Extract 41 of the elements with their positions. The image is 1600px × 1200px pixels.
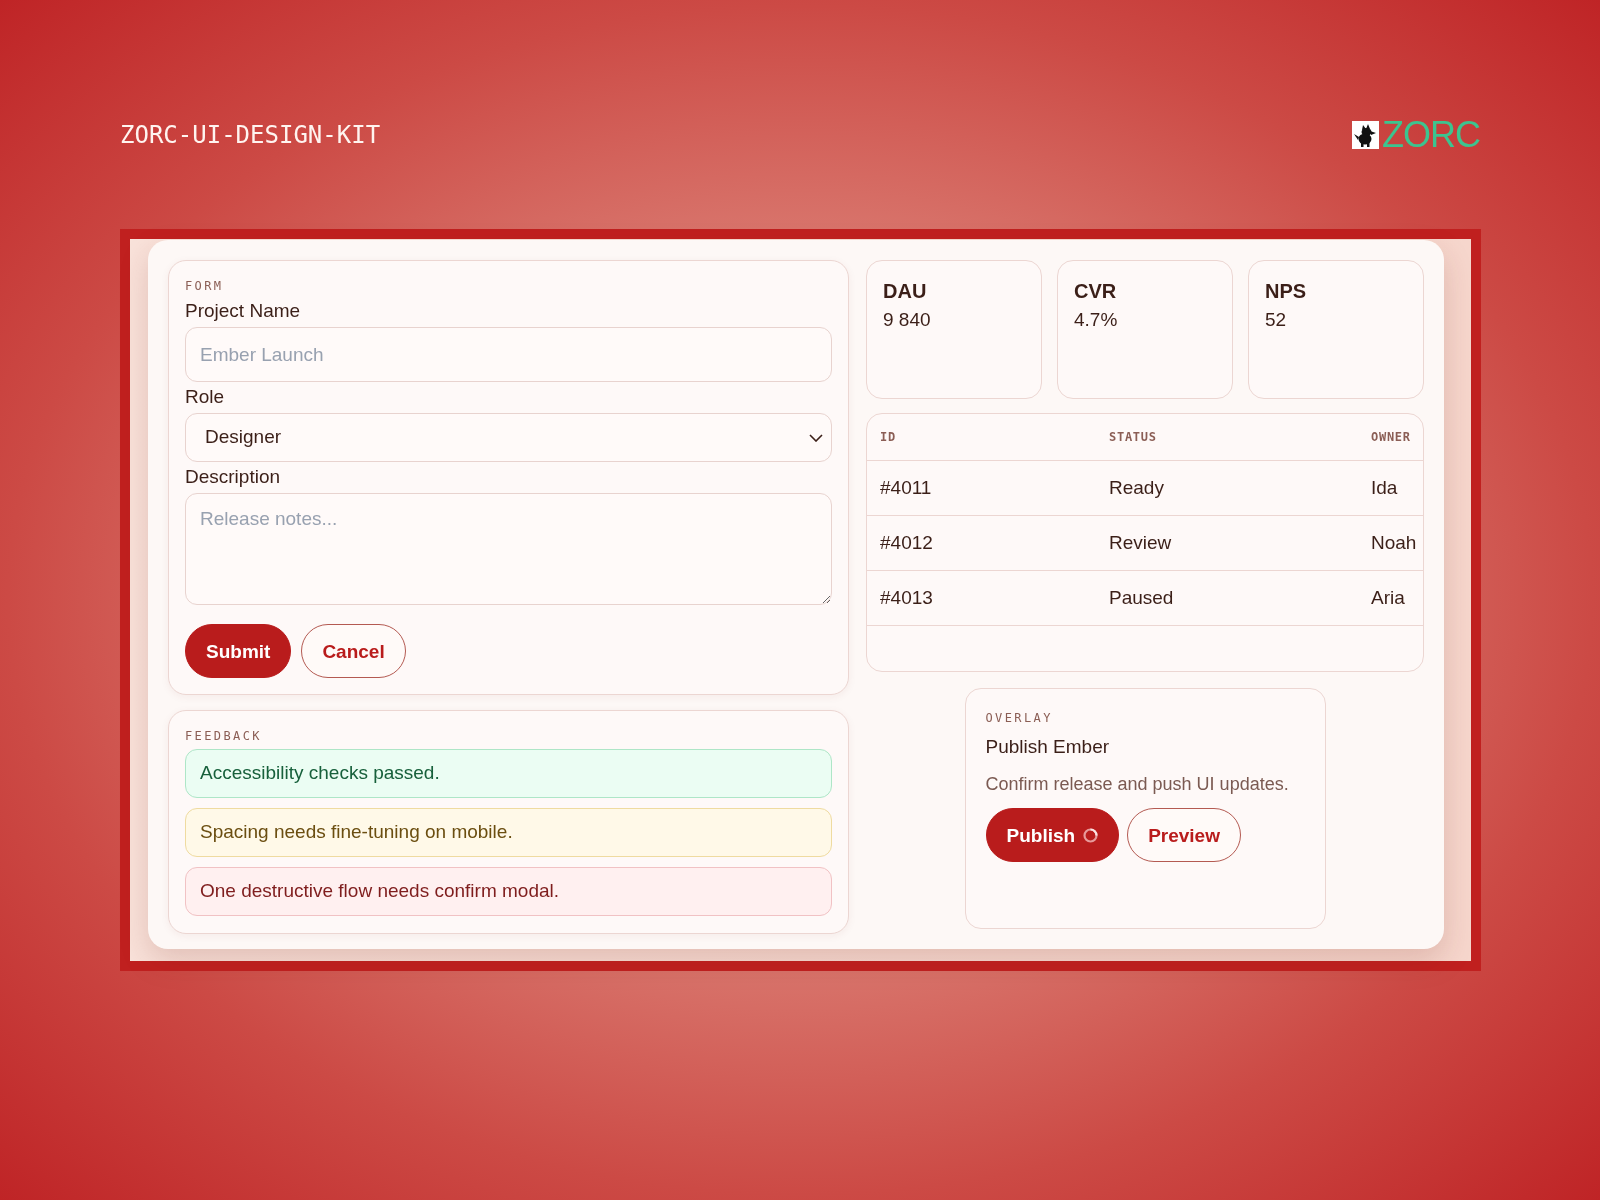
warning-alert: Spacing needs fine-tuning on mobile. bbox=[185, 808, 832, 857]
table-cell-text: #4011 bbox=[880, 475, 933, 500]
metric-label: CVR bbox=[1074, 279, 1118, 303]
filled-button[interactable]: Publish bbox=[985, 808, 1120, 862]
table-cell-text: #4012 bbox=[880, 530, 934, 555]
spinner-icon bbox=[1083, 827, 1099, 843]
column-header: OWNER bbox=[1371, 429, 1412, 446]
brand-name: ZORC bbox=[1382, 117, 1480, 153]
field-label: Project Name bbox=[185, 300, 302, 322]
table-cell-text: Ida bbox=[1371, 475, 1399, 500]
table-cell-text: Noah bbox=[1371, 530, 1418, 555]
column-header: ID bbox=[880, 429, 897, 446]
textarea-field[interactable]: Release notes... bbox=[185, 493, 832, 605]
metric-value: 4.7% bbox=[1074, 308, 1119, 332]
table-cell-text: Ready bbox=[1109, 475, 1165, 500]
field-label: Description bbox=[185, 466, 282, 488]
overlay-description: Confirm release and push UI updates. bbox=[985, 773, 1290, 796]
metric-label: NPS bbox=[1265, 279, 1308, 303]
outline-button[interactable]: Cancel bbox=[301, 624, 406, 678]
section-label: FEEDBACK bbox=[185, 728, 263, 745]
outline-button[interactable]: Preview bbox=[1127, 808, 1241, 862]
overlay-title: Publish Ember bbox=[985, 736, 1111, 758]
table-cell-text: Aria bbox=[1371, 585, 1406, 610]
chevron-down-icon bbox=[809, 433, 823, 442]
table-cell-text: Review bbox=[1109, 530, 1173, 555]
metric-value: 52 bbox=[1265, 308, 1288, 332]
error-alert: One destructive flow needs confirm modal. bbox=[185, 867, 832, 916]
success-alert: Accessibility checks passed. bbox=[185, 749, 832, 798]
select-field[interactable]: Designer bbox=[185, 413, 832, 462]
column-header: STATUS bbox=[1109, 429, 1158, 446]
field-label: Role bbox=[185, 386, 226, 408]
metric-value: 9 840 bbox=[883, 308, 932, 332]
text-input[interactable]: Ember Launch bbox=[185, 327, 832, 382]
filled-button[interactable]: Submit bbox=[185, 624, 292, 678]
page-title: ZORC-UI-DESIGN-KIT bbox=[120, 123, 381, 147]
section-label: OVERLAY bbox=[985, 710, 1054, 727]
section-label: FORM bbox=[185, 278, 225, 295]
table-cell-text: Paused bbox=[1109, 585, 1175, 610]
animal-logo-icon bbox=[1352, 121, 1379, 149]
metric-label: DAU bbox=[883, 279, 928, 303]
table-cell-text: #4013 bbox=[880, 585, 934, 610]
